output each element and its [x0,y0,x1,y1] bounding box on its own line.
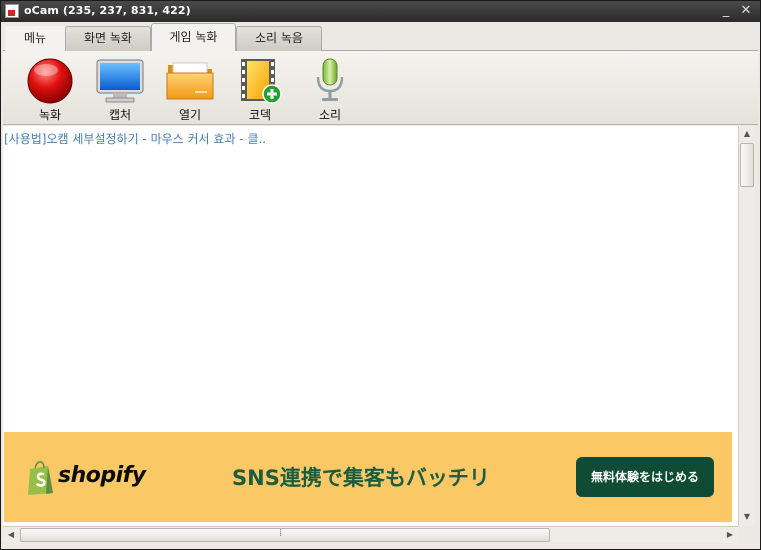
open-label: 열기 [178,108,202,122]
tab-sound-record[interactable]: 소리 녹음 [236,26,322,51]
ad-tagline: SNS連携で集客もバッチリ [232,466,490,490]
window-title: oCam (235, 237, 831, 422) [24,4,191,17]
record-label: 녹화 [38,108,62,122]
folder-icon [166,62,214,100]
tab-screen-record[interactable]: 화면 녹화 [65,26,151,51]
scroll-up-arrow-icon[interactable]: ▲ [739,126,755,142]
capture-button[interactable]: 캡처 [89,55,151,122]
shopify-logo-text: shopify [58,463,146,488]
tab-game-record[interactable]: 게임 녹화 [151,23,236,52]
codec-button[interactable]: 코덱 [229,55,291,122]
shopify-bag-icon [28,461,53,495]
sound-button[interactable]: 소리 [299,55,361,122]
scroll-right-arrow-icon[interactable]: ▶ [722,527,738,543]
codec-label: 코덱 [248,108,272,122]
tab-bar: 메뉴 화면 녹화 게임 녹화 소리 녹음 [3,23,758,52]
open-button[interactable]: 열기 [159,55,221,122]
tab-menu[interactable]: 메뉴 [5,26,65,51]
ocam-app-icon [5,4,19,18]
scroll-left-arrow-icon[interactable]: ◀ [3,527,19,543]
vertical-scrollbar[interactable]: ▲ ▼ [738,126,755,526]
ad-banner[interactable]: shopify SNS連携で集客もバッチリ 無料体験をはじめる [4,432,732,522]
record-icon [27,58,73,104]
film-add-icon [241,59,282,104]
record-button[interactable]: 녹화 [19,55,81,122]
vertical-scroll-thumb[interactable] [740,143,754,187]
microphone-icon [316,58,344,101]
scroll-down-arrow-icon[interactable]: ▼ [739,509,755,525]
capture-label: 캡처 [108,108,132,122]
scrollbar-corner [738,526,755,543]
content-area: [사용법]오캠 세부설정하기 - 마우스 커서 효과 - 클.. shopify… [3,126,738,526]
article-link[interactable]: [사용법]오캠 세부설정하기 - 마우스 커서 효과 - 클.. [4,130,266,147]
minimize-button[interactable]: _ [718,3,734,19]
title-bar[interactable]: oCam (235, 237, 831, 422) _ ✕ [1,1,760,22]
shopify-logo: shopify [26,460,146,496]
toolbar: 녹화 캡처 열기 코덱 소리 [3,51,758,125]
horizontal-scroll-thumb[interactable] [20,528,550,542]
horizontal-scrollbar[interactable]: ◀ ▶ [3,526,738,543]
ocam-window: oCam (235, 237, 831, 422) _ ✕ 메뉴 화면 녹화 게… [0,0,761,550]
monitor-icon [96,59,144,103]
ad-cta-button[interactable]: 無料体験をはじめる [576,457,714,497]
close-button[interactable]: ✕ [738,3,754,19]
sound-label: 소리 [318,108,342,122]
